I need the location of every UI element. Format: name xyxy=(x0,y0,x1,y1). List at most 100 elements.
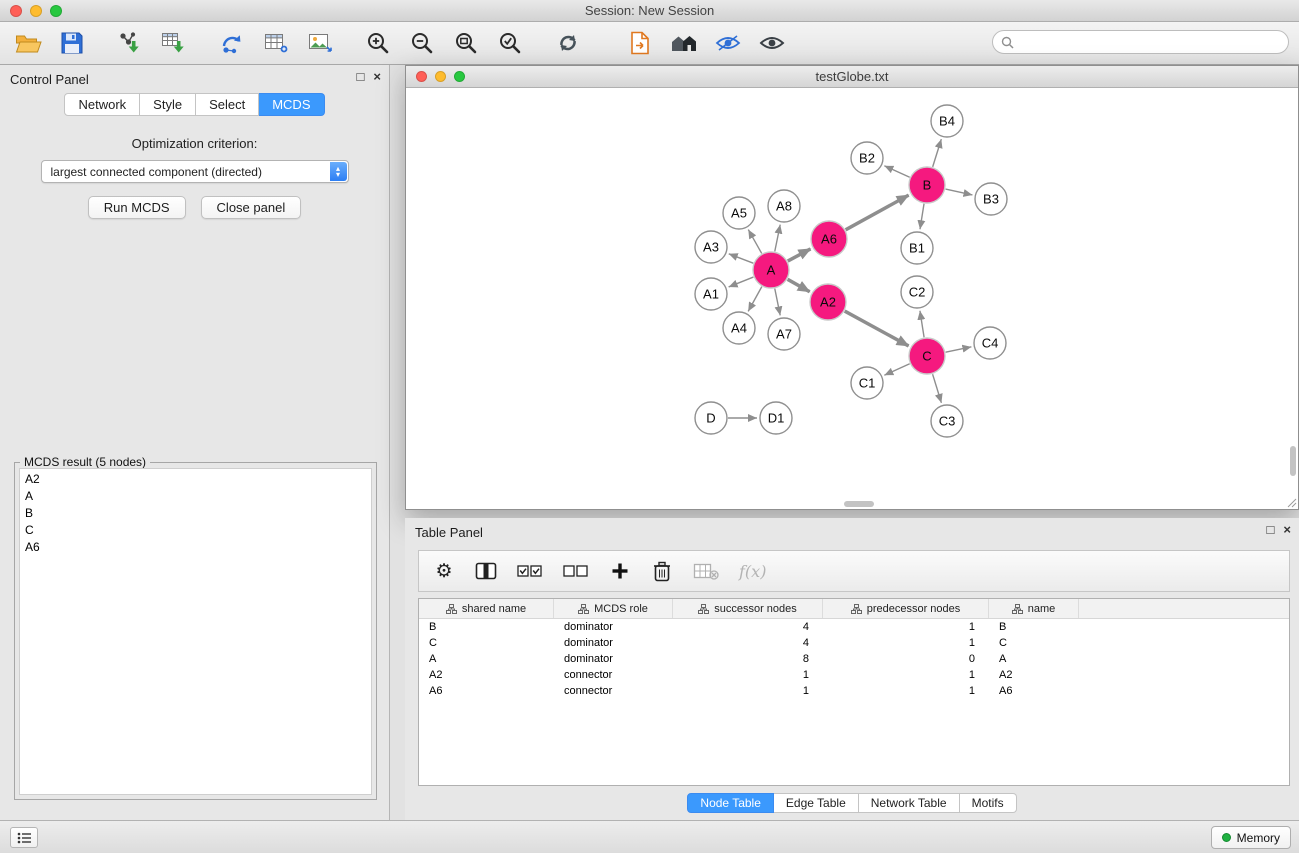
network-canvas[interactable]: B4B2BB3A5A8A6A3B1AC2A1A2A4A7C4CC1C3DD1 xyxy=(406,88,1298,509)
table-cell[interactable]: dominator xyxy=(554,621,673,633)
graph-node-B2[interactable]: B2 xyxy=(851,142,883,174)
table-cell[interactable]: dominator xyxy=(554,637,673,649)
zoom-selected-button[interactable] xyxy=(492,26,528,60)
tab-select[interactable]: Select xyxy=(196,93,259,116)
delete-table-button[interactable] xyxy=(693,562,719,580)
graph-node-C3[interactable]: C3 xyxy=(931,405,963,437)
table-cell[interactable]: A2 xyxy=(419,669,554,681)
graph-edge-B-B4[interactable] xyxy=(933,139,942,167)
graph-node-D1[interactable]: D1 xyxy=(760,402,792,434)
run-mcds-button[interactable]: Run MCDS xyxy=(88,196,186,219)
graph-edge-B-B1[interactable] xyxy=(920,204,924,229)
tab-network-table[interactable]: Network Table xyxy=(859,793,960,813)
table-cell[interactable]: B xyxy=(989,621,1079,633)
float-panel-icon[interactable]: □ xyxy=(357,70,365,83)
mcds-result-item[interactable]: C xyxy=(20,522,371,539)
table-cell[interactable]: B xyxy=(419,621,554,633)
column-header-successor-nodes[interactable]: successor nodes xyxy=(673,599,823,618)
zoom-fit-button[interactable] xyxy=(448,26,484,60)
table-cell[interactable]: A xyxy=(419,653,554,665)
column-header-MCDS-role[interactable]: MCDS role xyxy=(554,599,673,618)
table-cell[interactable]: 1 xyxy=(823,669,989,681)
table-cell[interactable]: 4 xyxy=(673,637,823,649)
table-cell[interactable]: 1 xyxy=(823,637,989,649)
graph-node-B4[interactable]: B4 xyxy=(931,105,963,137)
table-cell[interactable]: A xyxy=(989,653,1079,665)
table-cell[interactable]: 1 xyxy=(823,621,989,633)
search-input[interactable] xyxy=(1019,35,1280,49)
table-cell[interactable]: connector xyxy=(554,685,673,697)
graph-edge-B-B3[interactable] xyxy=(946,189,973,195)
graph-node-A2[interactable]: A2 xyxy=(810,284,846,320)
table-cell[interactable]: C xyxy=(419,637,554,649)
graph-edge-B-B2[interactable] xyxy=(884,166,909,177)
column-header-shared-name[interactable]: shared name xyxy=(419,599,554,618)
tab-node-table[interactable]: Node Table xyxy=(687,793,774,813)
graph-edge-A6-B[interactable] xyxy=(846,195,909,230)
tab-motifs[interactable]: Motifs xyxy=(960,793,1017,813)
tab-edge-table[interactable]: Edge Table xyxy=(774,793,859,813)
close-table-panel-icon[interactable]: × xyxy=(1283,523,1291,536)
graph-edge-A2-C[interactable] xyxy=(845,311,909,346)
close-panel-icon[interactable]: × xyxy=(373,70,381,83)
network-window-titlebar[interactable]: testGlobe.txt xyxy=(406,66,1298,88)
table-cell[interactable]: 8 xyxy=(673,653,823,665)
graph-edge-A-A7[interactable] xyxy=(775,289,780,316)
graph-edge-A-A2[interactable] xyxy=(788,279,810,291)
table-row[interactable]: A2connector11A2 xyxy=(419,667,1289,683)
graph-node-D[interactable]: D xyxy=(695,402,727,434)
table-cell[interactable]: 1 xyxy=(673,669,823,681)
table-cell[interactable]: 0 xyxy=(823,653,989,665)
graph-node-C1[interactable]: C1 xyxy=(851,367,883,399)
graph-node-C4[interactable]: C4 xyxy=(974,327,1006,359)
graph-node-A8[interactable]: A8 xyxy=(768,190,800,222)
graph-node-A5[interactable]: A5 xyxy=(723,197,755,229)
show-graphics-details-button[interactable] xyxy=(710,26,746,60)
create-column-button[interactable] xyxy=(609,562,631,580)
table-row[interactable]: A6connector11A6 xyxy=(419,683,1289,699)
float-table-panel-icon[interactable]: □ xyxy=(1267,523,1275,536)
table-cell[interactable]: connector xyxy=(554,669,673,681)
graph-edge-A-A8[interactable] xyxy=(775,225,780,252)
graph-node-B[interactable]: B xyxy=(909,167,945,203)
table-settings-button[interactable]: ⚙ xyxy=(433,562,455,581)
unselect-all-columns-button[interactable] xyxy=(563,564,589,578)
table-cell[interactable]: 1 xyxy=(823,685,989,697)
cytoscape-home-button[interactable] xyxy=(666,26,702,60)
graph-node-B3[interactable]: B3 xyxy=(975,183,1007,215)
import-network-from-file-button[interactable] xyxy=(112,26,148,60)
table-cell[interactable]: dominator xyxy=(554,653,673,665)
tab-style[interactable]: Style xyxy=(140,93,196,116)
table-row[interactable]: Cdominator41C xyxy=(419,635,1289,651)
memory-button[interactable]: Memory xyxy=(1211,826,1291,849)
open-file-button[interactable] xyxy=(10,26,46,60)
graph-node-A4[interactable]: A4 xyxy=(723,312,755,344)
mcds-result-item[interactable]: A xyxy=(20,488,371,505)
graph-edge-A-A3[interactable] xyxy=(729,254,754,263)
show-columns-button[interactable] xyxy=(475,562,497,580)
graph-node-B1[interactable]: B1 xyxy=(901,232,933,264)
search-box[interactable] xyxy=(992,30,1289,54)
tab-network[interactable]: Network xyxy=(64,93,140,116)
table-cell[interactable]: A6 xyxy=(419,685,554,697)
graph-node-C2[interactable]: C2 xyxy=(901,276,933,308)
task-history-button[interactable] xyxy=(10,827,38,848)
create-table-button[interactable] xyxy=(258,26,294,60)
clone-network-button[interactable] xyxy=(214,26,250,60)
column-header-name[interactable]: name xyxy=(989,599,1079,618)
graph-node-A[interactable]: A xyxy=(753,252,789,288)
optimization-dropdown[interactable]: largest connected component (directed) ▴… xyxy=(41,160,349,183)
table-cell[interactable]: 4 xyxy=(673,621,823,633)
table-cell[interactable]: 1 xyxy=(673,685,823,697)
save-session-button[interactable] xyxy=(54,26,90,60)
zoom-out-button[interactable] xyxy=(404,26,440,60)
open-documentation-button[interactable] xyxy=(622,26,658,60)
graph-edge-A-A5[interactable] xyxy=(748,230,761,254)
graph-edge-C-C3[interactable] xyxy=(933,374,942,403)
graph-edge-A-A4[interactable] xyxy=(748,287,762,312)
graph-node-A6[interactable]: A6 xyxy=(811,221,847,257)
select-all-columns-button[interactable] xyxy=(517,564,543,578)
graph-edge-A-A1[interactable] xyxy=(729,277,754,287)
mcds-result-item[interactable]: A6 xyxy=(20,539,371,556)
tab-mcds[interactable]: MCDS xyxy=(259,93,324,116)
